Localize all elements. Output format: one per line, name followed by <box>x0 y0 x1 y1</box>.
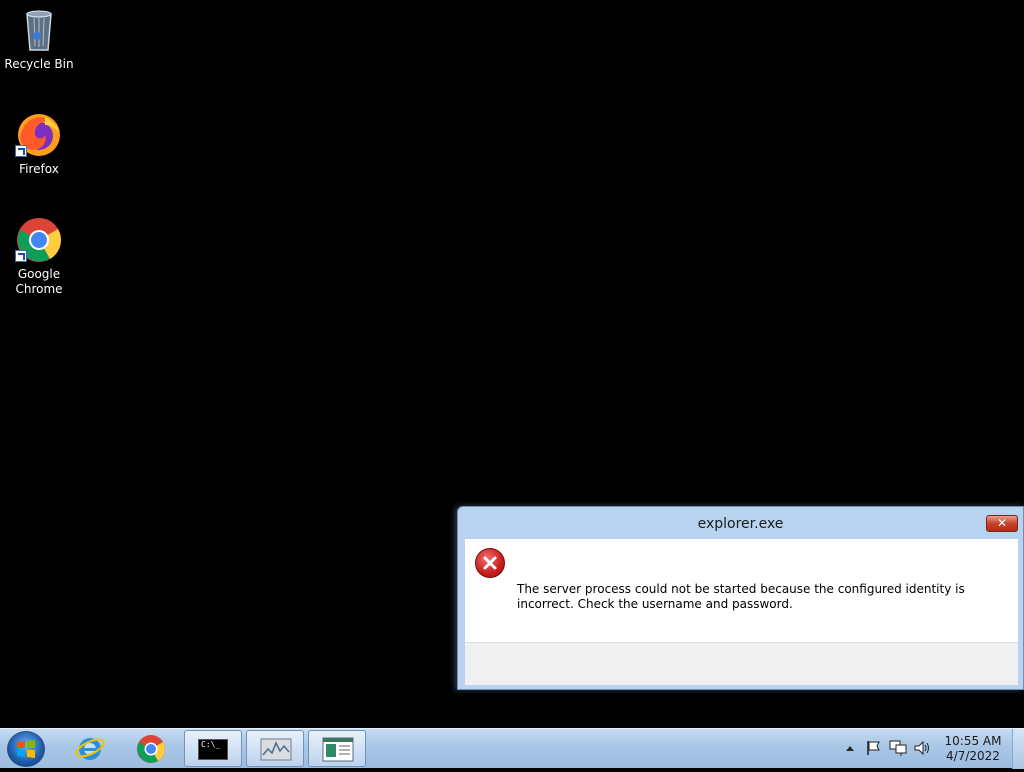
window-icon <box>322 737 354 762</box>
cmd-icon-text: C:\_ <box>201 740 221 749</box>
taskbar-command-prompt[interactable]: C:\_ <box>184 730 242 767</box>
volume-icon[interactable] <box>913 740 931 756</box>
desktop-icon-label: Firefox <box>19 162 59 176</box>
desktop-icon-label: Google Chrome <box>15 267 63 296</box>
show-desktop-button[interactable] <box>1012 729 1024 769</box>
recycle-bin-icon <box>15 6 63 54</box>
error-message: The server process could not be started … <box>517 582 965 611</box>
desktop-icon-firefox[interactable]: Firefox <box>1 111 77 177</box>
taskbar: C:\_ 10:55 AM 4/7/2022 <box>0 728 1024 769</box>
taskbar-chrome[interactable] <box>122 730 180 767</box>
shortcut-arrow-icon <box>15 250 27 262</box>
internet-explorer-icon <box>75 738 105 760</box>
clock-time: 10:55 AM <box>944 734 1002 748</box>
desktop-icon-chrome[interactable]: Google Chrome <box>1 216 77 297</box>
windows-logo-icon <box>17 740 35 758</box>
firefox-icon <box>15 111 63 159</box>
error-icon <box>475 548 505 578</box>
taskbar-app-window[interactable] <box>308 730 366 767</box>
dialog-body: The server process could not be started … <box>465 539 1018 642</box>
taskbar-performance-monitor[interactable] <box>246 730 304 767</box>
action-center-flag-icon[interactable] <box>865 740 881 756</box>
monitor-icon <box>260 738 292 761</box>
desktop-icon-label: Recycle Bin <box>4 57 74 71</box>
clock-date: 4/7/2022 <box>946 749 1000 763</box>
network-icon[interactable] <box>889 740 907 756</box>
tray-clock[interactable]: 10:55 AM 4/7/2022 <box>940 734 1006 764</box>
dialog-title: explorer.exe <box>697 516 784 532</box>
chrome-icon <box>137 735 165 763</box>
desktop: Recycle Bin Firefox Google Chrome explor… <box>0 0 1024 728</box>
taskbar-internet-explorer[interactable] <box>61 730 119 767</box>
shortcut-arrow-icon <box>15 145 27 157</box>
error-dialog: explorer.exe ✕ The server process could … <box>457 506 1024 690</box>
show-hidden-icons-icon[interactable] <box>845 744 855 752</box>
chrome-icon <box>15 216 63 264</box>
dialog-footer <box>465 642 1018 685</box>
dialog-close-button[interactable]: ✕ <box>986 515 1018 532</box>
start-button[interactable] <box>7 731 45 767</box>
cmd-icon: C:\_ <box>198 739 228 760</box>
desktop-icon-recycle-bin[interactable]: Recycle Bin <box>1 6 77 72</box>
